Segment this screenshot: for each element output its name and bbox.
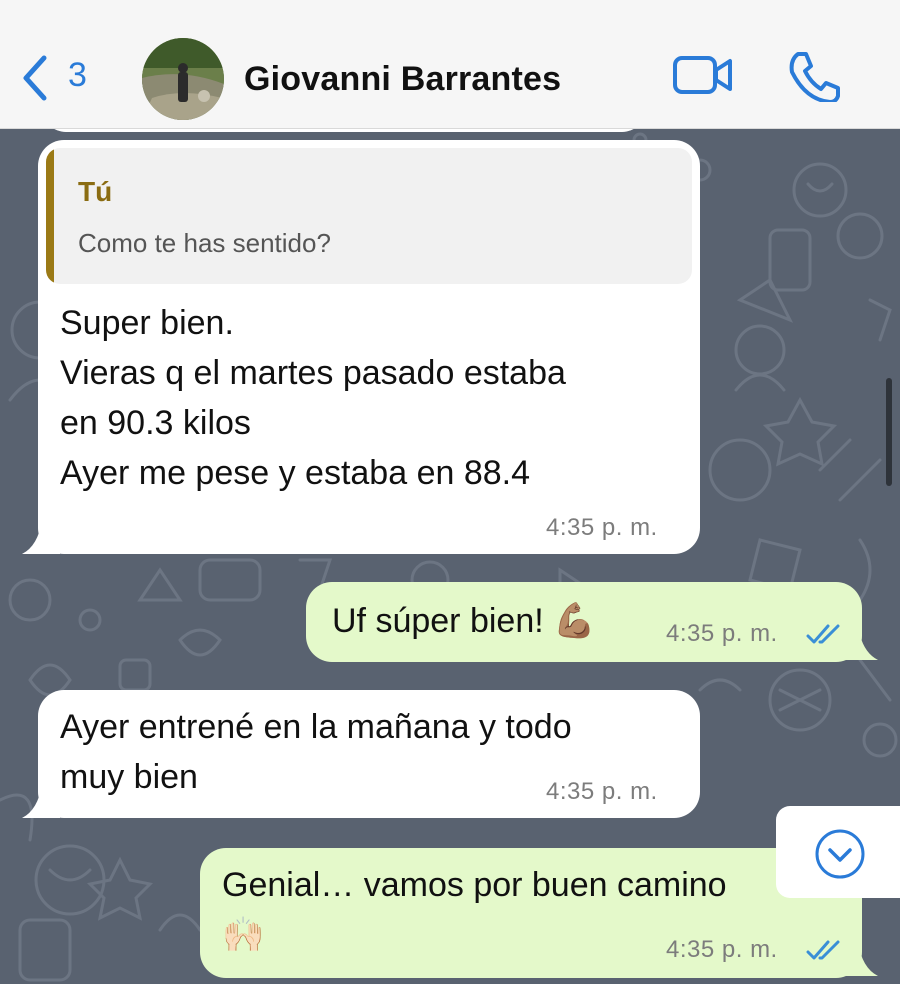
outgoing-message[interactable]: Uf súper bien! 💪🏽 4:35 p. m.: [306, 582, 862, 662]
scroll-down-chevron-icon: [815, 829, 865, 879]
back-chevron-icon[interactable]: [18, 52, 50, 104]
contact-name[interactable]: Giovanni Barrantes: [244, 60, 561, 99]
quote-author: Tú: [78, 176, 113, 207]
phone-icon[interactable]: [786, 50, 840, 102]
read-ticks-icon: [806, 624, 840, 644]
outgoing-message[interactable]: Genial… vamos por buen camino 🙌🏻 4:35 p.…: [200, 848, 862, 978]
scroll-to-bottom-button[interactable]: [776, 806, 900, 898]
back-unread-count[interactable]: 3: [68, 56, 87, 95]
chat-header: 3 Giovanni Barrantes: [0, 0, 900, 129]
message-time: 4:35 p. m.: [546, 514, 658, 541]
quote-accent-bar: [46, 148, 54, 284]
message-text: Uf súper bien! 💪🏽: [332, 602, 596, 640]
scrollbar[interactable]: [886, 378, 892, 486]
incoming-message[interactable]: Ayer entrené en la mañana y todo muy bie…: [38, 690, 700, 818]
message-time: 4:35 p. m.: [546, 778, 658, 805]
read-ticks-icon: [806, 940, 840, 960]
message-text: Super bien. Vieras q el martes pasado es…: [60, 304, 566, 492]
message-time: 4:35 p. m.: [666, 936, 778, 963]
incoming-message[interactable]: Tú Como te has sentido? Super bien. Vier…: [38, 140, 700, 554]
message-text: Ayer entrené en la mañana y todo muy bie…: [60, 708, 572, 796]
video-call-icon[interactable]: [672, 54, 734, 98]
message-time: 4:35 p. m.: [666, 620, 778, 647]
quoted-reply[interactable]: Tú Como te has sentido?: [46, 148, 692, 284]
quote-text: Como te has sentido?: [78, 228, 331, 258]
avatar[interactable]: [142, 38, 224, 120]
